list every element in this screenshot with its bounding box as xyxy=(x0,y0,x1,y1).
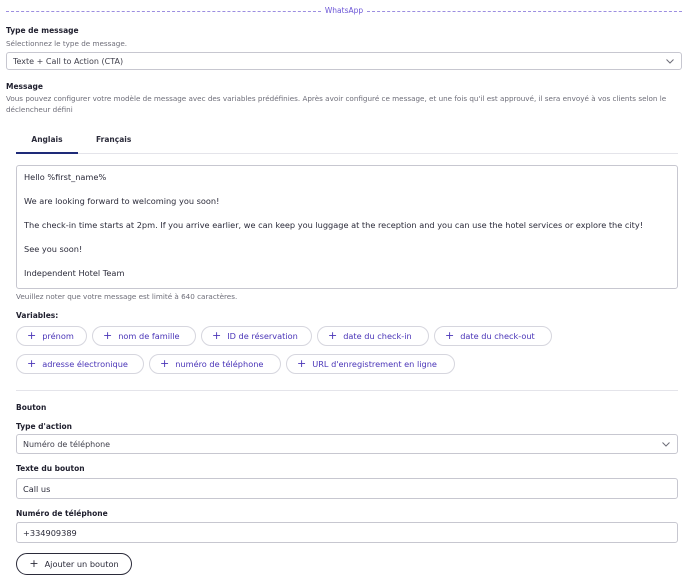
divider-line-right xyxy=(367,10,683,12)
section-divider: WhatsApp xyxy=(6,4,683,18)
variable-chip-last-name[interactable]: + nom de famille xyxy=(92,326,196,346)
tab-anglais[interactable]: Anglais xyxy=(16,134,78,154)
chip-label: numéro de téléphone xyxy=(175,359,264,369)
section-title: WhatsApp xyxy=(324,6,364,15)
message-line: Independent Hotel Team xyxy=(24,268,125,278)
variable-chip-check-in-date[interactable]: + date du check-in xyxy=(317,326,429,346)
plus-icon: + xyxy=(160,357,170,370)
plus-icon: + xyxy=(445,329,455,342)
variable-chip-email[interactable]: + adresse électronique xyxy=(16,354,144,374)
plus-icon: + xyxy=(328,329,338,342)
tab-francais[interactable]: Français xyxy=(96,134,131,154)
language-tabs: Anglais Français xyxy=(16,128,678,154)
chip-label: nom de famille xyxy=(118,331,180,341)
plus-icon: + xyxy=(29,557,39,570)
button-text-input[interactable]: Call us xyxy=(16,478,678,499)
chip-label: date du check-out xyxy=(460,331,535,341)
message-type-select[interactable]: Texte + Call to Action (CTA) xyxy=(6,52,682,70)
action-type-label: Type d'action xyxy=(16,422,73,431)
message-line: We are looking forward to welcoming you … xyxy=(24,196,220,206)
chip-label: adresse électronique xyxy=(42,359,128,369)
add-button-button[interactable]: + Ajouter un bouton xyxy=(16,553,132,575)
message-type-label: Type de message xyxy=(6,26,79,35)
divider-line-left xyxy=(6,10,321,12)
section-separator xyxy=(16,390,678,391)
phone-number-input[interactable]: +334909389 xyxy=(16,522,678,543)
message-line: See you soon! xyxy=(24,244,83,254)
tab-label: Anglais xyxy=(31,135,63,144)
variable-chip-check-out-date[interactable]: + date du check-out xyxy=(434,326,552,346)
plus-icon: + xyxy=(212,329,222,342)
add-button-label: Ajouter un bouton xyxy=(44,559,119,569)
button-text-label: Texte du bouton xyxy=(16,464,85,473)
chip-label: URL d'enregistrement en ligne xyxy=(312,359,437,369)
variables-label: Variables: xyxy=(16,311,59,320)
message-line: Hello %first_name% xyxy=(24,172,107,182)
variable-chip-phone[interactable]: + numéro de téléphone xyxy=(149,354,281,374)
message-label: Message xyxy=(6,82,43,91)
message-textarea[interactable]: Hello %first_name% We are looking forwar… xyxy=(16,165,678,289)
message-description: Vous pouvez configurer votre modèle de m… xyxy=(6,94,667,114)
variable-chip-first-name[interactable]: + prénom xyxy=(16,326,87,346)
chevron-down-icon xyxy=(665,56,675,66)
button-text-value: Call us xyxy=(23,483,51,494)
message-type-hint: Sélectionnez le type de message. xyxy=(6,39,128,48)
variable-chip-online-checkin-url[interactable]: + URL d'enregistrement en ligne xyxy=(286,354,455,374)
tab-label: Français xyxy=(96,135,132,144)
action-type-select[interactable]: Numéro de téléphone xyxy=(16,434,678,454)
message-type-value: Texte + Call to Action (CTA) xyxy=(13,56,124,66)
message-line: The check-in time starts at 2pm. If you … xyxy=(24,220,644,230)
button-section-title: Bouton xyxy=(16,403,47,412)
chip-label: prénom xyxy=(42,331,74,341)
plus-icon: + xyxy=(103,329,113,342)
plus-icon: + xyxy=(27,329,37,342)
chip-label: ID de réservation xyxy=(227,331,298,341)
variable-chip-reservation-id[interactable]: + ID de réservation xyxy=(201,326,312,346)
message-limit-note: Veuillez noter que votre message est lim… xyxy=(16,292,238,301)
chevron-down-icon xyxy=(661,439,671,449)
action-type-value: Numéro de téléphone xyxy=(23,439,111,449)
chip-label: date du check-in xyxy=(343,331,412,341)
plus-icon: + xyxy=(27,357,37,370)
phone-number-value: +334909389 xyxy=(23,527,77,538)
plus-icon: + xyxy=(297,357,307,370)
phone-number-label: Numéro de téléphone xyxy=(16,509,108,518)
